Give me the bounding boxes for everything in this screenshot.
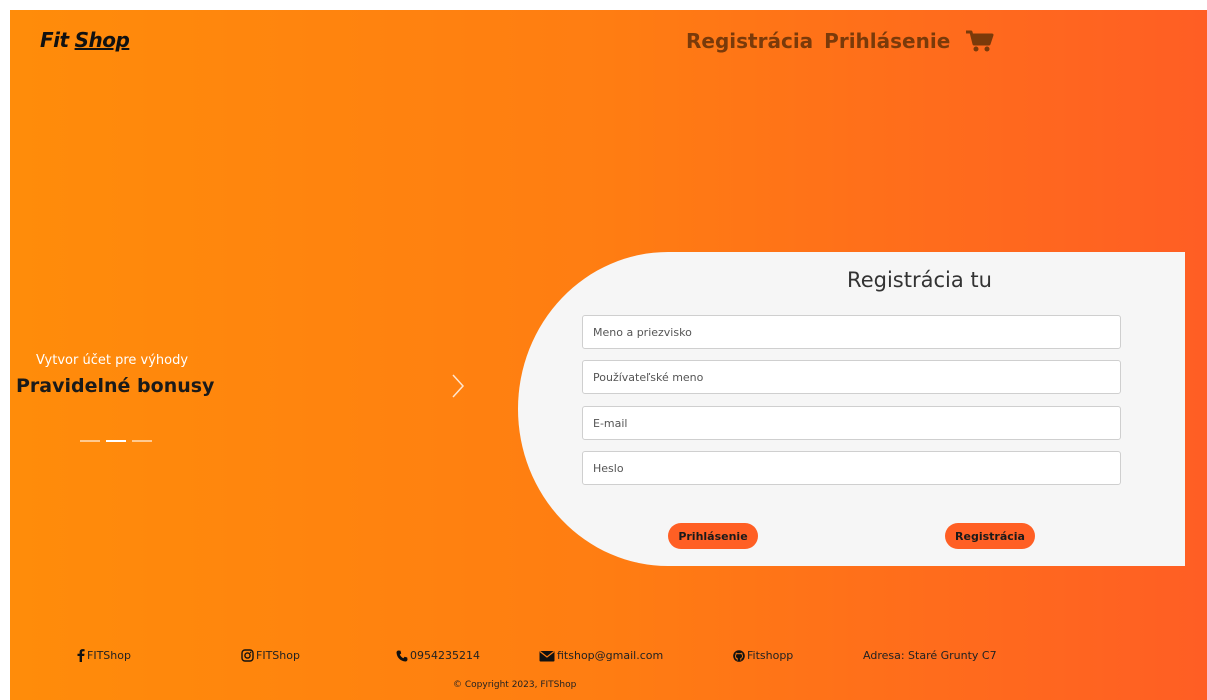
logo[interactable]: Fit Shop bbox=[40, 28, 130, 52]
phone-icon bbox=[396, 650, 408, 661]
nav-login-link[interactable]: Prihlásenie bbox=[824, 29, 950, 53]
registration-card: Registrácia tu Prihlásenie Registrácia bbox=[518, 252, 1185, 566]
footer-instagram-link[interactable]: FITShop bbox=[241, 649, 300, 662]
password-field[interactable] bbox=[582, 451, 1121, 485]
envelope-icon bbox=[539, 650, 555, 661]
github-icon bbox=[733, 649, 745, 662]
nav-register-link[interactable]: Registrácia bbox=[686, 29, 813, 53]
carousel-indicator-3[interactable] bbox=[132, 440, 152, 442]
footer: FITShop FITShop 0954235214 fitshop@gmail… bbox=[10, 649, 1207, 665]
logo-shop: Shop bbox=[74, 28, 130, 52]
footer-facebook-label: FITShop bbox=[87, 649, 131, 662]
form-title: Registrácia tu bbox=[847, 268, 992, 292]
page-background: Fit Shop Registrácia Prihlásenie Vytvor ú… bbox=[10, 10, 1207, 700]
footer-instagram-label: FITShop bbox=[256, 649, 300, 662]
shopping-cart-icon[interactable] bbox=[965, 29, 995, 53]
top-nav: Registrácia Prihlásenie bbox=[686, 29, 995, 53]
footer-email-link[interactable]: fitshop@gmail.com bbox=[539, 649, 663, 662]
login-button[interactable]: Prihlásenie bbox=[668, 523, 758, 549]
footer-address: Adresa: Staré Grunty C7 bbox=[863, 649, 997, 662]
carousel-indicators bbox=[80, 440, 158, 442]
carousel-indicator-2[interactable] bbox=[106, 440, 126, 442]
footer-address-label: Adresa: Staré Grunty C7 bbox=[863, 649, 997, 662]
instagram-icon bbox=[241, 649, 254, 662]
register-button[interactable]: Registrácia bbox=[945, 523, 1035, 549]
username-field[interactable] bbox=[582, 360, 1121, 394]
footer-github-link[interactable]: Fitshopp bbox=[733, 649, 793, 662]
logo-fit: Fit bbox=[40, 28, 69, 52]
footer-github-label: Fitshopp bbox=[747, 649, 794, 662]
slide-title: Pravidelné bonusy bbox=[16, 375, 215, 397]
footer-email-label: fitshop@gmail.com bbox=[557, 649, 664, 662]
chevron-right-icon[interactable] bbox=[450, 372, 466, 400]
footer-phone-label: 0954235214 bbox=[410, 649, 480, 662]
carousel-indicator-1[interactable] bbox=[80, 440, 100, 442]
full-name-field[interactable] bbox=[582, 315, 1121, 349]
copyright: © Copyright 2023, FITShop bbox=[453, 680, 577, 690]
footer-phone-link[interactable]: 0954235214 bbox=[396, 649, 480, 662]
email-field[interactable] bbox=[582, 406, 1121, 440]
slide-subtitle: Vytvor účet pre výhody bbox=[36, 353, 189, 368]
footer-facebook-link[interactable]: FITShop bbox=[77, 649, 131, 662]
facebook-icon bbox=[77, 649, 85, 662]
